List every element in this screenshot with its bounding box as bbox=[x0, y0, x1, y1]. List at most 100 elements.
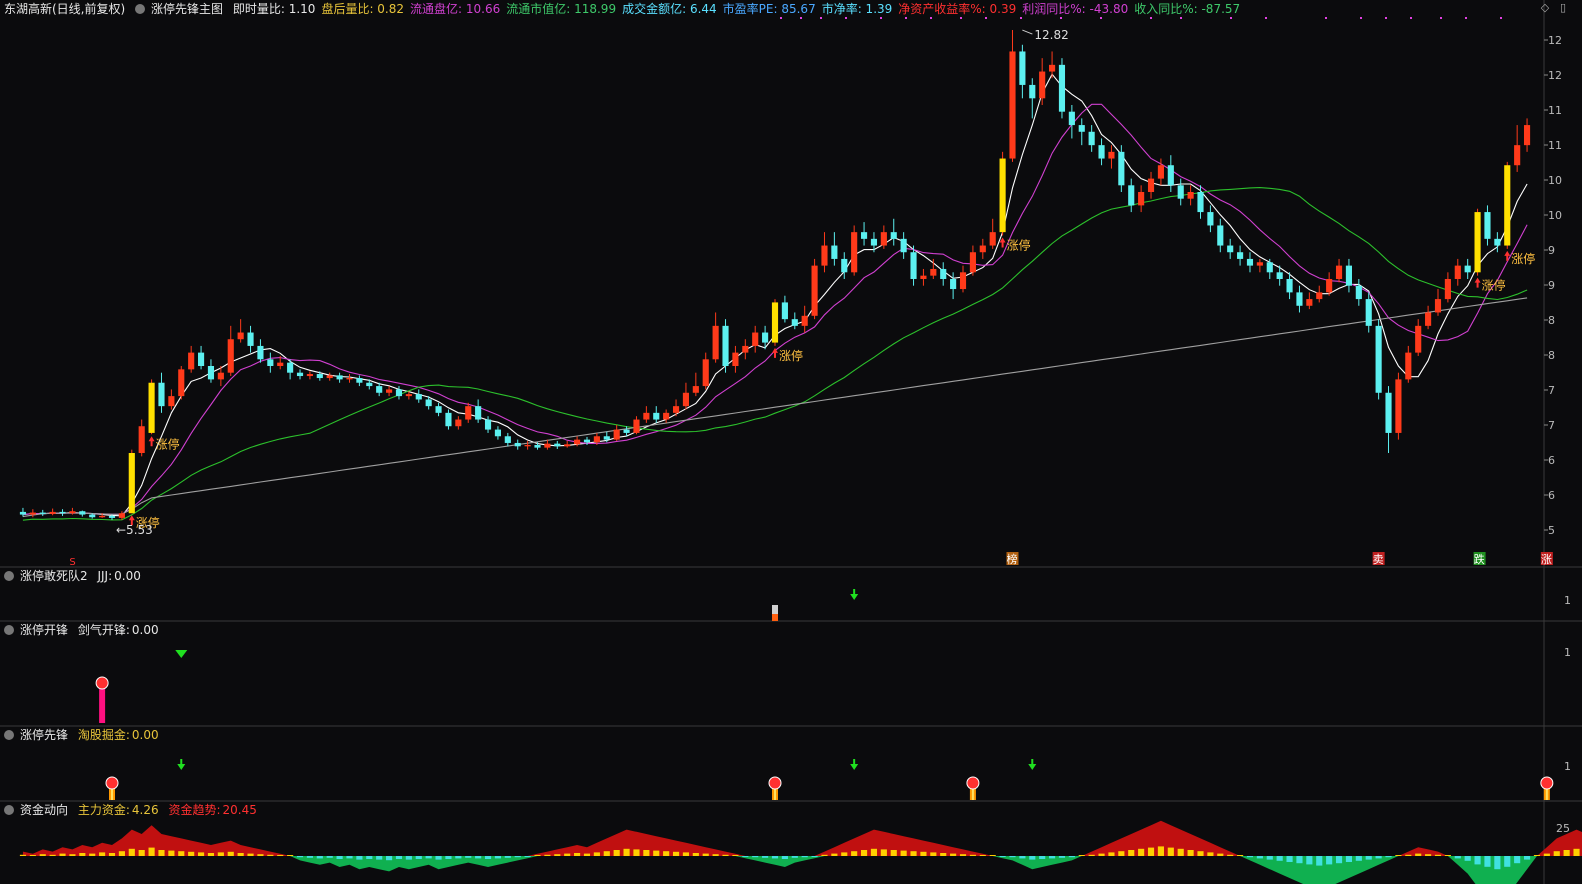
flow-bar bbox=[732, 855, 739, 856]
candle-body bbox=[376, 386, 383, 393]
candle-body bbox=[1118, 151, 1125, 186]
y-axis-label: 8 bbox=[1548, 349, 1555, 362]
candle-body bbox=[1266, 262, 1273, 273]
flow-bar bbox=[623, 848, 630, 856]
candle-body bbox=[316, 374, 323, 379]
candle-body bbox=[1494, 238, 1501, 246]
flow-bar bbox=[484, 856, 492, 859]
candle-body bbox=[851, 232, 858, 273]
y-axis-label: 8 bbox=[1548, 314, 1555, 327]
flow-bar bbox=[653, 850, 660, 856]
flow-bar bbox=[969, 854, 976, 856]
candle-body bbox=[296, 372, 304, 377]
y-axis-label: 7 bbox=[1548, 384, 1555, 397]
signal-dot bbox=[1360, 17, 1362, 19]
flow-bar bbox=[247, 853, 254, 856]
candle-body bbox=[504, 436, 511, 443]
flow-bar bbox=[514, 856, 521, 858]
flow-bar bbox=[1563, 850, 1570, 856]
candle-body bbox=[39, 512, 46, 514]
flow-bar bbox=[69, 854, 76, 856]
flow-bar bbox=[959, 854, 967, 856]
panel3-value: 0.00 bbox=[131, 728, 159, 742]
window-toggle-icon[interactable]: ▯ bbox=[1556, 1, 1570, 15]
candle-body bbox=[415, 394, 422, 400]
panel2-toggle-icon[interactable] bbox=[4, 625, 14, 635]
panel2-down-triangle-icon bbox=[175, 650, 188, 658]
panel1-bar bbox=[772, 605, 778, 614]
y-axis-label: 5 bbox=[1548, 524, 1555, 537]
candle-body bbox=[227, 339, 234, 373]
flow-bar bbox=[771, 856, 779, 859]
candle-body bbox=[237, 332, 244, 340]
y-axis-label: 11 bbox=[1548, 139, 1562, 152]
candle-body bbox=[1147, 178, 1155, 192]
candle-body bbox=[405, 394, 412, 397]
marker-die: 跌 bbox=[1474, 552, 1485, 566]
panel4-label2: 资金趋势: bbox=[168, 803, 221, 817]
flow-bar bbox=[979, 855, 986, 856]
panel1-label: JJJ: bbox=[97, 569, 113, 583]
flow-bar bbox=[752, 856, 759, 858]
candle-body bbox=[811, 265, 818, 316]
panel2-header: 涨停开锋 剑气开锋: 0.00 bbox=[4, 622, 165, 638]
y-axis-label: 6 bbox=[1548, 489, 1555, 502]
flow-bar bbox=[1543, 853, 1550, 856]
candle-body bbox=[603, 436, 610, 440]
candle-body bbox=[1019, 51, 1026, 85]
flow-bar bbox=[217, 852, 224, 856]
panel2-bar bbox=[99, 685, 106, 723]
indicator-toggle-icon[interactable] bbox=[135, 4, 146, 14]
candle-body bbox=[494, 429, 501, 437]
panel1-value: 0.00 bbox=[114, 569, 141, 583]
flow-bar bbox=[1474, 856, 1481, 865]
candle-body bbox=[752, 332, 759, 346]
flow-positive-area bbox=[22, 820, 1582, 856]
flow-bar bbox=[237, 853, 244, 856]
candle-body bbox=[366, 382, 373, 387]
diamond-icon[interactable]: ◇ bbox=[1538, 1, 1552, 15]
candle-body bbox=[1049, 64, 1056, 72]
header-metric-5: 市盈率PE: 85.67 bbox=[722, 2, 816, 16]
flow-bar bbox=[1286, 856, 1293, 862]
candle-body bbox=[564, 444, 571, 447]
candle-body bbox=[1058, 64, 1066, 112]
candle-body bbox=[1316, 292, 1323, 300]
candle-body bbox=[138, 426, 145, 453]
header-metric-1: 盘后量比: 0.82 bbox=[321, 2, 405, 16]
flow-bar bbox=[544, 854, 551, 856]
candle-body bbox=[940, 268, 947, 279]
signal-dot bbox=[820, 17, 822, 19]
flow-bar bbox=[277, 855, 284, 856]
signal-dot bbox=[1410, 17, 1412, 19]
panel3-ball-icon bbox=[105, 776, 119, 790]
candle-body bbox=[712, 325, 719, 360]
flow-bar bbox=[1425, 854, 1432, 856]
candle-body bbox=[653, 412, 660, 420]
signal-dot bbox=[1100, 17, 1102, 19]
flow-bar bbox=[870, 848, 878, 856]
flow-bar bbox=[1405, 854, 1412, 856]
stock-chart[interactable]: 121211111010998877665涨停涨停涨停涨停涨停涨停12.82←5… bbox=[0, 0, 1582, 884]
panel3-toggle-icon[interactable] bbox=[4, 730, 14, 740]
flow-bar bbox=[663, 851, 670, 856]
flow-bar bbox=[99, 852, 106, 856]
candle-body bbox=[1217, 225, 1224, 246]
signal-dot bbox=[880, 17, 882, 19]
flow-bar bbox=[287, 855, 294, 856]
panel1-toggle-icon[interactable] bbox=[4, 571, 14, 581]
candle-body bbox=[989, 232, 996, 246]
candle-body bbox=[860, 232, 868, 239]
header-metric-3: 流通市值亿: 118.99 bbox=[506, 2, 617, 16]
candle-body bbox=[1365, 299, 1372, 326]
candle-body bbox=[356, 378, 363, 383]
candle-body bbox=[1355, 285, 1362, 300]
flow-bar bbox=[267, 854, 274, 856]
signal-dot bbox=[1060, 17, 1062, 19]
flow-bar bbox=[336, 856, 343, 859]
candle-body bbox=[1326, 279, 1333, 293]
candle-body bbox=[574, 439, 581, 445]
panel4-toggle-icon[interactable] bbox=[4, 805, 14, 815]
flow-bar bbox=[1444, 855, 1451, 856]
flow-bar bbox=[1157, 846, 1164, 856]
